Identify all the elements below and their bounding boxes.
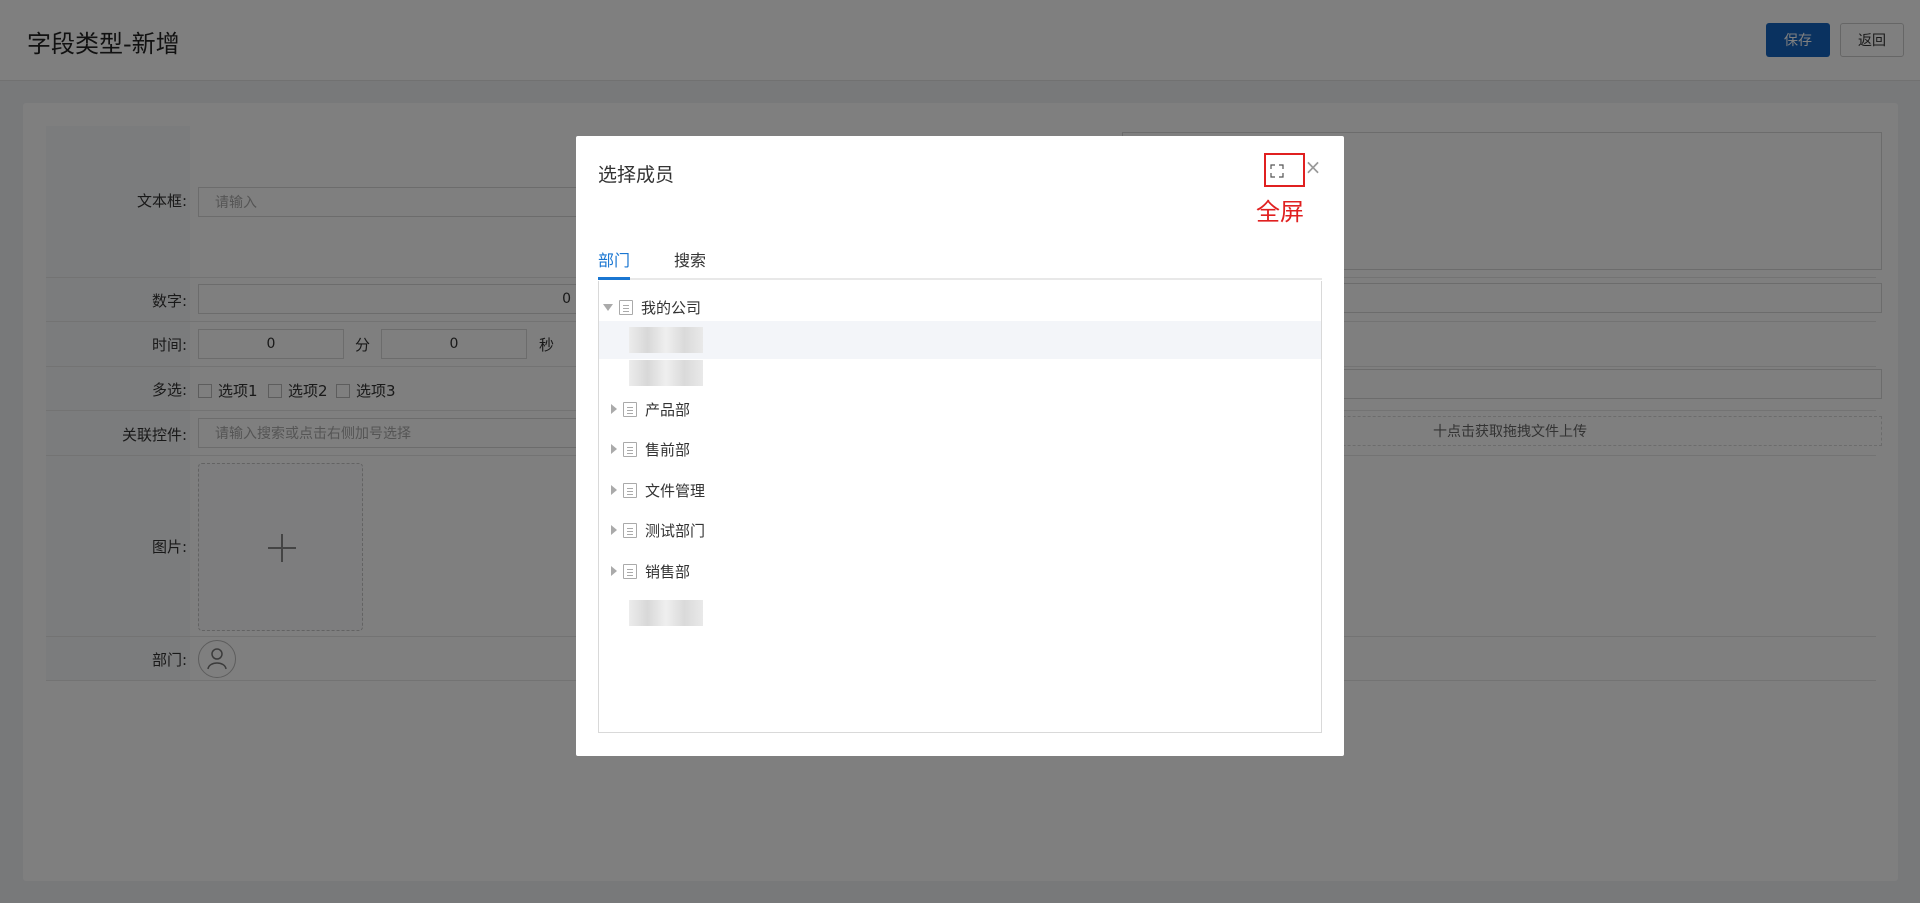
expand-arrow-icon[interactable] (611, 566, 617, 576)
close-icon[interactable]: × (1304, 157, 1322, 177)
fullscreen-annotation-box (1264, 153, 1305, 187)
redacted-member (629, 327, 703, 353)
tree-node-dept[interactable]: 文件管理 (599, 471, 1321, 509)
tab-department[interactable]: 部门 (598, 248, 631, 280)
redacted-member (629, 360, 703, 386)
dialog-tabs: 部门 搜索 (598, 248, 1322, 280)
fullscreen-annotation: 全屏 (1256, 198, 1304, 226)
expand-arrow-icon[interactable] (611, 485, 617, 495)
department-icon (619, 299, 633, 315)
department-tree: 我的公司 产品部 售前部 文件管理 测试部门 销售部 (598, 281, 1322, 733)
tree-node-dept[interactable]: 销售部 (599, 552, 1321, 590)
dialog-title: 选择成员 (598, 164, 675, 186)
collapse-arrow-icon[interactable] (603, 303, 613, 311)
department-icon (623, 522, 637, 538)
department-icon (623, 482, 637, 498)
tree-node-dept[interactable]: 测试部门 (599, 511, 1321, 549)
tree-node-member[interactable] (599, 354, 1321, 392)
expand-arrow-icon[interactable] (611, 525, 617, 535)
department-icon (623, 563, 637, 579)
redacted-member (629, 600, 703, 626)
tree-node-dept[interactable]: 售前部 (599, 430, 1321, 468)
expand-arrow-icon[interactable] (611, 404, 617, 414)
department-icon (623, 401, 637, 417)
tree-node-member[interactable] (599, 594, 1321, 632)
expand-arrow-icon[interactable] (611, 444, 617, 454)
department-icon (623, 441, 637, 457)
select-member-dialog: 选择成员 × 全屏 部门 搜索 我的公司 产品部 售前部 文件管理 测试部门 销… (576, 136, 1344, 756)
tab-search[interactable]: 搜索 (674, 248, 706, 280)
tree-node-dept[interactable]: 产品部 (599, 390, 1321, 428)
